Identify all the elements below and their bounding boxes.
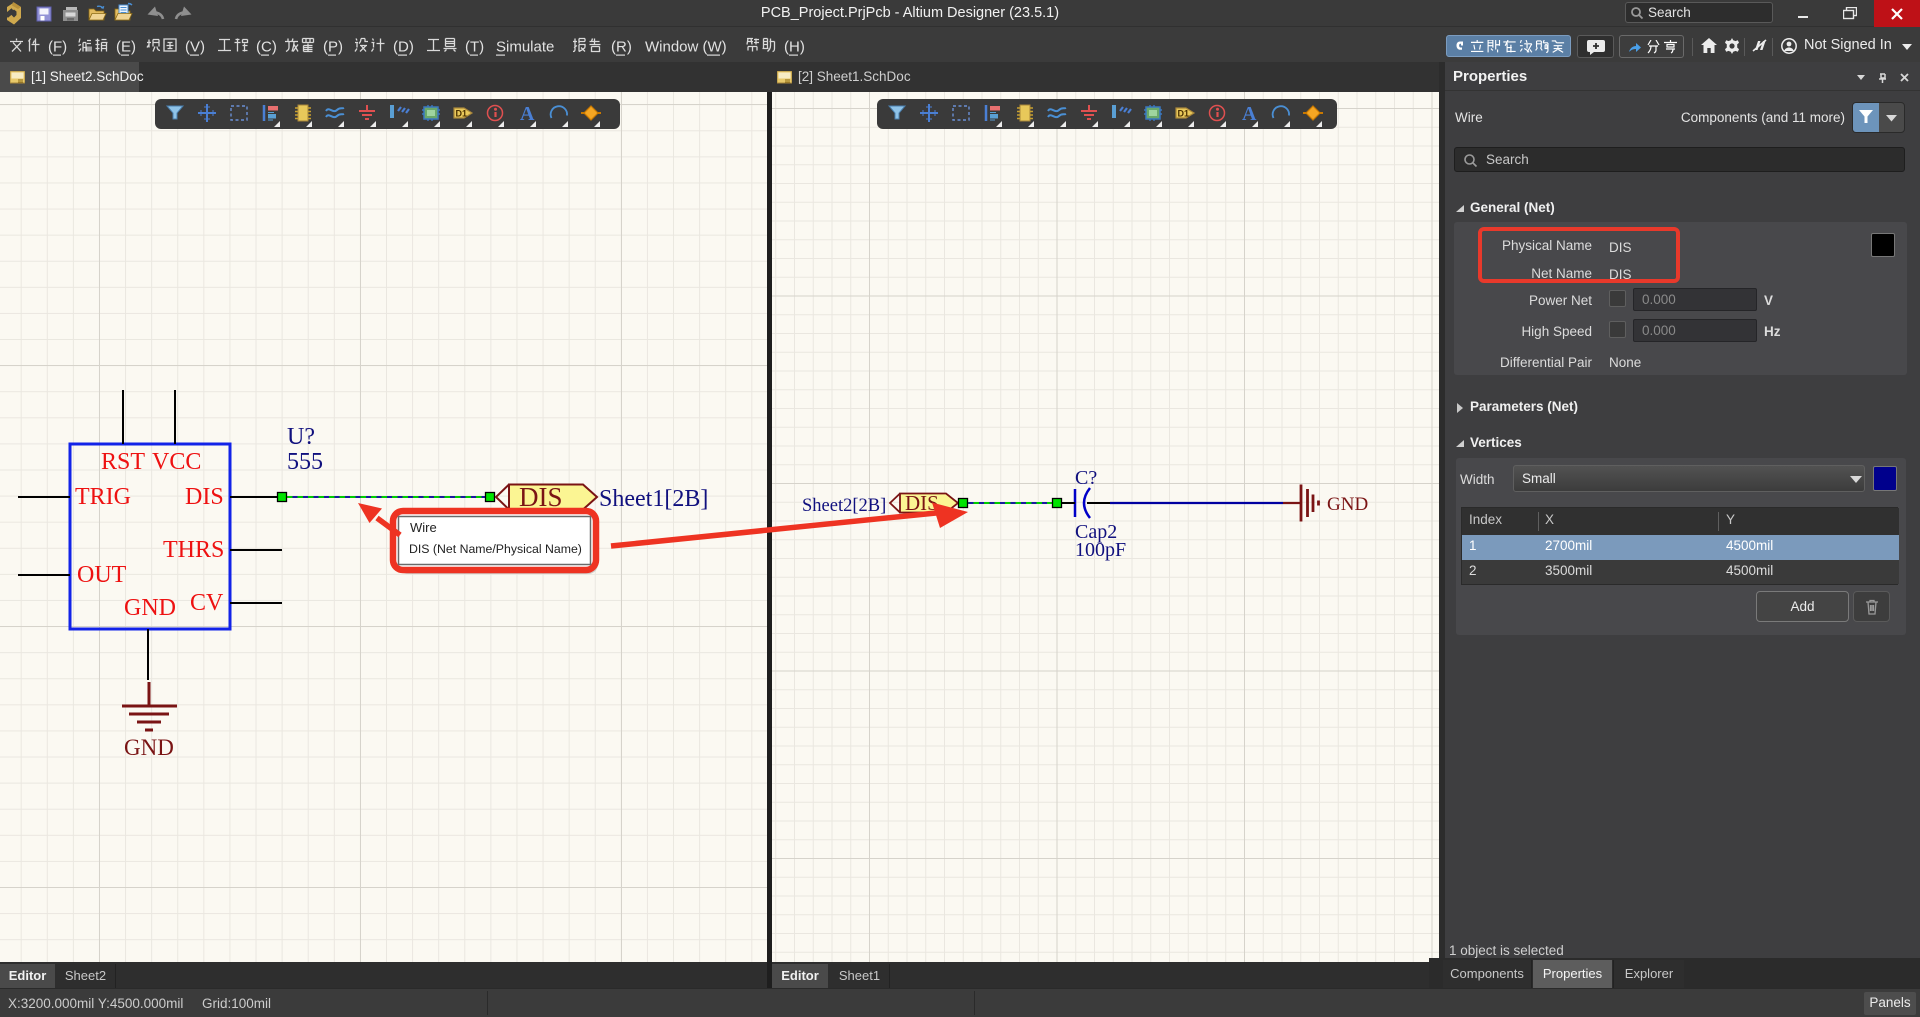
svg-text:OUT: OUT (77, 562, 127, 588)
svg-text:(T): (T) (465, 39, 484, 56)
svg-text:GND: GND (1327, 494, 1368, 515)
svg-text:Wire: Wire (410, 520, 437, 535)
svg-text:(F): (F) (48, 39, 67, 56)
svg-text:(R): (R) (611, 39, 632, 56)
svg-text:Simulate: Simulate (496, 39, 554, 56)
svg-text:(E): (E) (116, 39, 136, 56)
svg-text:(C): (C) (256, 39, 277, 56)
svg-text:100pF: 100pF (1075, 539, 1126, 561)
svg-text:GND: GND (124, 735, 174, 760)
svg-text:555: 555 (287, 449, 323, 475)
svg-text:DIS: DIS (905, 491, 939, 515)
svg-text:Sheet2[2B]: Sheet2[2B] (802, 496, 886, 516)
svg-text:(P): (P) (323, 39, 343, 56)
svg-text:VCC: VCC (152, 449, 201, 475)
svg-text:U?: U? (287, 424, 315, 450)
svg-text:TRIG: TRIG (75, 484, 131, 510)
svg-text:CV: CV (190, 590, 224, 616)
svg-text:RST: RST (101, 449, 145, 475)
svg-text:C?: C? (1075, 467, 1097, 489)
svg-text:THRS: THRS (163, 537, 224, 563)
svg-text:(H): (H) (784, 39, 805, 56)
svg-text:DIS (Net Name/Physical Name): DIS (Net Name/Physical Name) (409, 542, 582, 556)
svg-text:GND: GND (124, 595, 176, 621)
svg-text:DIS: DIS (185, 484, 224, 510)
svg-text:(V): (V) (185, 39, 205, 56)
svg-text:(D): (D) (393, 39, 414, 56)
svg-text:Sheet1[2B]: Sheet1[2B] (599, 486, 708, 512)
svg-text:Window (W): Window (W) (645, 39, 727, 56)
svg-text:DIS: DIS (519, 482, 563, 512)
